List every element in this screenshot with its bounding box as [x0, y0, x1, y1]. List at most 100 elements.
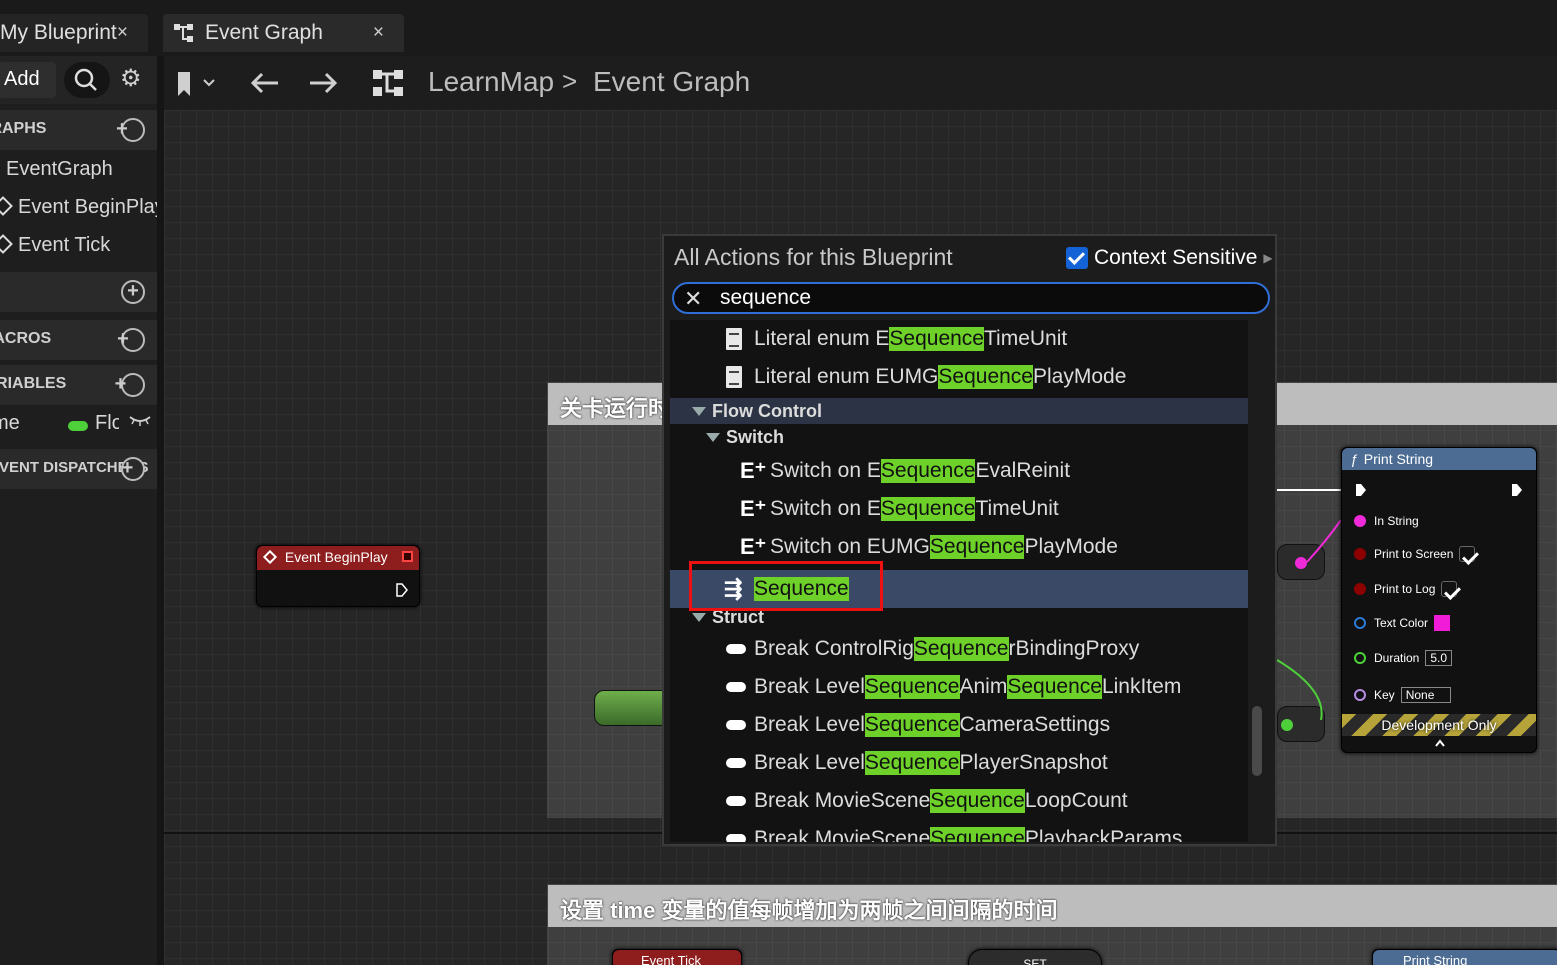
action-item[interactable]: Break Level Sequence PlayerSnapshot: [670, 744, 1248, 782]
section-dispatchers[interactable]: EVENT DISPATCHERS +: [0, 449, 157, 489]
action-search-input[interactable]: [720, 286, 1240, 310]
graph-toolbar: LearnMap > Event Graph: [164, 56, 1557, 110]
tab-strip: My Blueprint × Event Graph ×: [0, 0, 1557, 56]
action-category-label: Struct: [712, 606, 765, 627]
print-string-node-2[interactable]: Print String: [1372, 949, 1557, 965]
close-icon[interactable]: ×: [117, 22, 128, 44]
back-arrow-icon[interactable]: [250, 70, 280, 103]
action-item[interactable]: Break MovieScene Sequence PlaybackParams: [670, 820, 1248, 842]
clear-search-icon[interactable]: ✕: [684, 286, 702, 312]
add-variable-icon[interactable]: +: [115, 373, 145, 397]
pin-key-label: Key: [1374, 688, 1395, 702]
duration-input[interactable]: 5.0: [1425, 650, 1453, 666]
tab-event-graph[interactable]: Event Graph ×: [163, 14, 404, 52]
scrollbar[interactable]: [1252, 706, 1262, 776]
forward-arrow-icon[interactable]: [308, 70, 338, 103]
bool-pin-icon: [1354, 583, 1366, 595]
event-icon: [0, 196, 13, 216]
event-icon: [262, 549, 278, 565]
action-item[interactable]: E⁺ Switch on E Sequence EvalReinit: [670, 452, 1248, 490]
function-icon: ƒ: [1350, 451, 1358, 467]
expand-arrow-icon[interactable]: [706, 432, 720, 442]
action-item[interactable]: Literal enum E Sequence TimeUnit: [670, 320, 1248, 358]
pin-print-to-screen-label: Print to Screen: [1374, 547, 1454, 561]
print-string-header: ƒ Print String: [1342, 448, 1536, 470]
action-item-text: rBindingProxy: [1008, 637, 1140, 660]
action-item-selected[interactable]: ⇶ Sequence: [670, 570, 1248, 608]
action-item-text: Break Level: [754, 675, 865, 698]
exec-out-pin-icon[interactable]: [1510, 482, 1524, 498]
search-button[interactable]: [64, 62, 110, 98]
expand-arrow-icon[interactable]: [692, 612, 706, 622]
print-string-node[interactable]: ƒ Print String In String Print to Screen …: [1341, 447, 1537, 753]
string-pin-icon: [1354, 515, 1366, 527]
add-function-icon[interactable]: +: [121, 280, 145, 304]
pin-duration[interactable]: Duration 5.0: [1354, 650, 1453, 666]
graph-item-event-tick-label: Event Tick: [18, 234, 111, 256]
pin-print-to-log[interactable]: Print to Log: [1354, 581, 1463, 597]
checkbox[interactable]: [1441, 581, 1458, 597]
development-only-banner: Development Only: [1342, 714, 1536, 736]
action-list[interactable]: Literal enum E Sequence TimeUnit Literal en…: [670, 320, 1248, 842]
section-variables[interactable]: VARIABLES +: [0, 365, 157, 405]
pin-print-to-screen[interactable]: Print to Screen: [1354, 546, 1481, 562]
action-item[interactable]: E⁺ Switch on EUMG Sequence PlayMode: [670, 528, 1248, 566]
search-match-highlight: Sequence: [1007, 675, 1102, 699]
action-subcategory-switch[interactable]: Switch: [670, 424, 1248, 450]
breadcrumb-root[interactable]: LearnMap: [428, 66, 554, 98]
exec-out-pin-icon[interactable]: [395, 582, 409, 598]
section-graphs[interactable]: GRAPHS +: [0, 110, 157, 150]
action-item-text: Anim: [959, 675, 1008, 698]
event-tick-node[interactable]: Event Tick: [612, 949, 742, 965]
event-tick-title: Event Tick: [613, 950, 741, 965]
action-subcategory-label: Switch: [726, 426, 785, 447]
comment-title-bottom[interactable]: 设置 time 变量的值每帧增加为两帧之间间隔的时间: [548, 885, 1557, 927]
search-match-highlight: Sequence: [864, 751, 960, 775]
pin-in-string[interactable]: In String: [1354, 514, 1419, 528]
action-category-flow-control[interactable]: Flow Control: [670, 398, 1248, 424]
action-item[interactable]: Break ControlRig Sequence rBindingProxy: [670, 630, 1248, 668]
event-icon: [0, 234, 13, 254]
graph-item-event-tick[interactable]: Event Tick: [0, 234, 110, 257]
eye-closed-icon[interactable]: [128, 412, 152, 433]
graph-item-eventgraph[interactable]: EventGraph: [6, 158, 113, 181]
set-node[interactable]: SET: [968, 949, 1102, 965]
chevron-right-icon[interactable]: ▶: [1263, 251, 1272, 265]
exec-in-pin-icon[interactable]: [1354, 482, 1368, 498]
delegate-pin-icon[interactable]: [402, 551, 413, 562]
action-item[interactable]: Break Level Sequence Anim Sequence LinkItem: [670, 668, 1248, 706]
action-item[interactable]: Break MovieScene Sequence LoopCount: [670, 782, 1248, 820]
section-functions[interactable]: +: [0, 272, 157, 312]
add-macro-icon[interactable]: +: [117, 328, 145, 352]
name-pin-icon: [1354, 689, 1366, 701]
action-item[interactable]: Literal enum EUMG Sequence PlayMode: [670, 358, 1248, 396]
add-button[interactable]: Add: [0, 62, 56, 98]
sequence-icon: ⇶: [724, 576, 743, 601]
action-search-box[interactable]: ✕: [672, 282, 1270, 314]
pin-key[interactable]: Key None: [1354, 687, 1451, 703]
context-sensitive-checkbox[interactable]: [1066, 247, 1088, 269]
section-macros[interactable]: MACROS +: [0, 320, 157, 360]
add-graph-icon[interactable]: +: [116, 118, 145, 142]
section-graphs-label: GRAPHS: [0, 120, 47, 137]
action-item[interactable]: E⁺ Switch on E Sequence TimeUnit: [670, 490, 1248, 528]
context-sensitive-toggle[interactable]: Context Sensitive ▶: [1066, 246, 1273, 270]
bookmark-icon[interactable]: [176, 70, 216, 105]
tab-my-blueprint-label: My Blueprint: [0, 21, 117, 44]
expand-arrow-icon[interactable]: [692, 406, 706, 416]
key-input[interactable]: None: [1400, 687, 1451, 703]
add-dispatcher-icon[interactable]: +: [121, 457, 145, 481]
variable-time-name[interactable]: time: [0, 412, 20, 435]
print-string-title: Print String: [1363, 451, 1434, 467]
chevron-up-icon[interactable]: [1434, 738, 1446, 748]
graph-item-begin-play[interactable]: Event BeginPlay: [0, 196, 157, 219]
checkbox[interactable]: [1459, 546, 1476, 562]
event-begin-play-node[interactable]: Event BeginPlay: [256, 545, 420, 607]
color-swatch[interactable]: [1434, 615, 1451, 631]
pin-text-color[interactable]: Text Color: [1354, 615, 1451, 631]
close-icon[interactable]: ×: [373, 22, 384, 44]
tab-my-blueprint[interactable]: My Blueprint ×: [0, 14, 148, 52]
gear-icon[interactable]: ⚙: [120, 64, 142, 93]
action-item[interactable]: Break Level Sequence CameraSettings: [670, 706, 1248, 744]
action-category-struct[interactable]: Struct: [670, 604, 1248, 630]
